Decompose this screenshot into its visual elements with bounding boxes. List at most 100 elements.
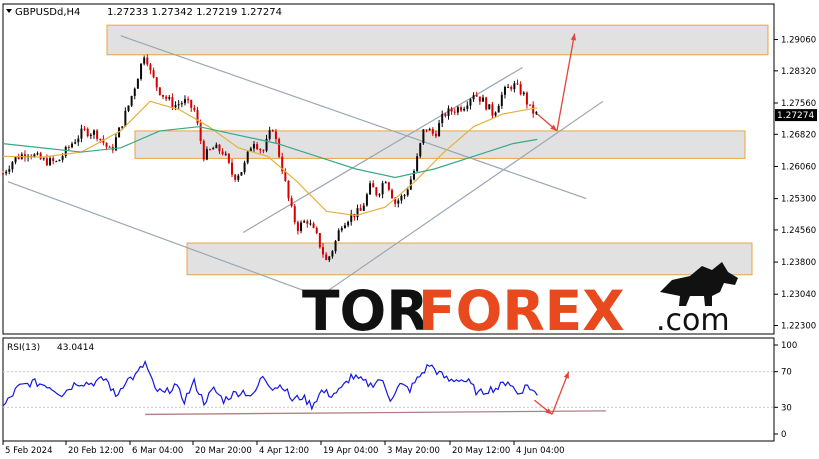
- candle-body: [231, 162, 234, 175]
- time-tick-label: 3 May 20:00: [387, 446, 440, 456]
- candle-body: [58, 159, 61, 162]
- candle-body: [340, 228, 343, 231]
- candle-body: [334, 240, 337, 252]
- candle-body: [155, 77, 158, 88]
- candle-body: [5, 171, 8, 174]
- candle-body: [431, 128, 434, 134]
- candle-body: [246, 151, 249, 163]
- candle-body: [460, 107, 463, 111]
- candle-body: [89, 134, 92, 137]
- candle-body: [485, 97, 488, 110]
- candle-body: [535, 111, 538, 114]
- candle-body: [11, 162, 14, 170]
- candle-body: [105, 142, 108, 147]
- candle-body: [412, 171, 415, 180]
- candle-body: [127, 105, 130, 111]
- candle-body: [434, 133, 437, 137]
- price-tick-label: 1.29060: [781, 36, 816, 46]
- candle-body: [124, 110, 127, 127]
- candle-body: [146, 57, 149, 65]
- price-tick-label: 1.25300: [781, 195, 816, 205]
- candle-body: [516, 83, 519, 85]
- candle-body: [183, 99, 186, 104]
- candle-body: [494, 112, 497, 116]
- candle-body: [287, 180, 290, 199]
- candle-body: [8, 169, 11, 172]
- ohlc-quote: 1.27233 1.27342 1.27219 1.27274: [107, 7, 282, 18]
- price-tick-label: 1.26060: [781, 162, 816, 172]
- candle-body: [234, 174, 237, 180]
- candle-body: [162, 94, 164, 97]
- candle-body: [369, 183, 372, 195]
- candle-body: [171, 97, 174, 108]
- candle-body: [306, 221, 309, 224]
- candle-body: [149, 64, 152, 71]
- candle-body: [143, 57, 146, 64]
- candle-body: [488, 104, 491, 110]
- candle-body: [475, 95, 478, 97]
- candle-body: [190, 99, 193, 108]
- rsi-tick-label: 100: [781, 341, 797, 351]
- candle-body: [177, 104, 180, 106]
- brand-tor: TOR: [302, 279, 429, 343]
- candle-body: [215, 144, 218, 149]
- candle-body: [337, 230, 340, 241]
- candle-body: [130, 95, 133, 106]
- candle-body: [202, 141, 205, 160]
- candle-body: [400, 195, 403, 201]
- candle-body: [466, 105, 469, 109]
- candle-body: [290, 198, 293, 207]
- candle-body: [331, 251, 334, 257]
- candle-body: [39, 153, 42, 160]
- candle-body: [243, 162, 246, 173]
- candle-body: [74, 142, 77, 144]
- candle-body: [136, 78, 139, 89]
- candle-body: [77, 138, 80, 143]
- candle-body: [322, 247, 324, 255]
- candle-body: [99, 138, 102, 140]
- candle-body: [447, 108, 450, 117]
- candle-body: [67, 146, 70, 148]
- candle-body: [444, 113, 447, 117]
- candle-body: [209, 149, 212, 151]
- price-tick-label: 1.23040: [781, 290, 816, 300]
- candle-body: [497, 105, 500, 113]
- rsi-tick-label: 30: [781, 403, 792, 413]
- time-tick-label: 20 May 12:00: [452, 446, 510, 456]
- candle-body: [268, 130, 271, 139]
- candle-body: [347, 221, 350, 226]
- candle-body: [278, 138, 281, 157]
- time-tick-label: 6 Mar 04:00: [132, 446, 183, 456]
- candle-body: [532, 104, 535, 114]
- price-tick-label: 1.24560: [781, 226, 816, 236]
- candle-body: [422, 129, 425, 144]
- candle-body: [309, 223, 312, 225]
- candle-body: [391, 189, 394, 199]
- candle-body: [384, 182, 387, 184]
- candle-body: [425, 129, 428, 131]
- candle-body: [416, 156, 419, 172]
- candle-body: [133, 88, 136, 96]
- candle-body: [174, 105, 177, 108]
- candle-body: [328, 256, 331, 260]
- candle-body: [428, 128, 431, 131]
- candle-body: [500, 94, 503, 106]
- candle-body: [441, 113, 444, 124]
- candle-body: [375, 187, 378, 196]
- candle-body: [387, 182, 390, 190]
- candle-body: [55, 161, 58, 163]
- candle-body: [450, 108, 453, 112]
- candle-body: [224, 153, 227, 155]
- candle-body: [61, 156, 64, 160]
- candle-body: [312, 223, 315, 228]
- time-tick-label: 19 Apr 04:00: [323, 446, 378, 456]
- candle-body: [252, 144, 255, 149]
- candle-body: [36, 153, 39, 155]
- time-tick-label: 5 Feb 2024: [5, 446, 53, 456]
- candle-body: [378, 194, 381, 196]
- candle-body: [529, 104, 532, 106]
- candle-body: [2, 173, 4, 175]
- zone-2: [186, 242, 753, 276]
- time-tick-label: 20 Mar 20:00: [195, 446, 252, 456]
- candle-body: [52, 158, 55, 162]
